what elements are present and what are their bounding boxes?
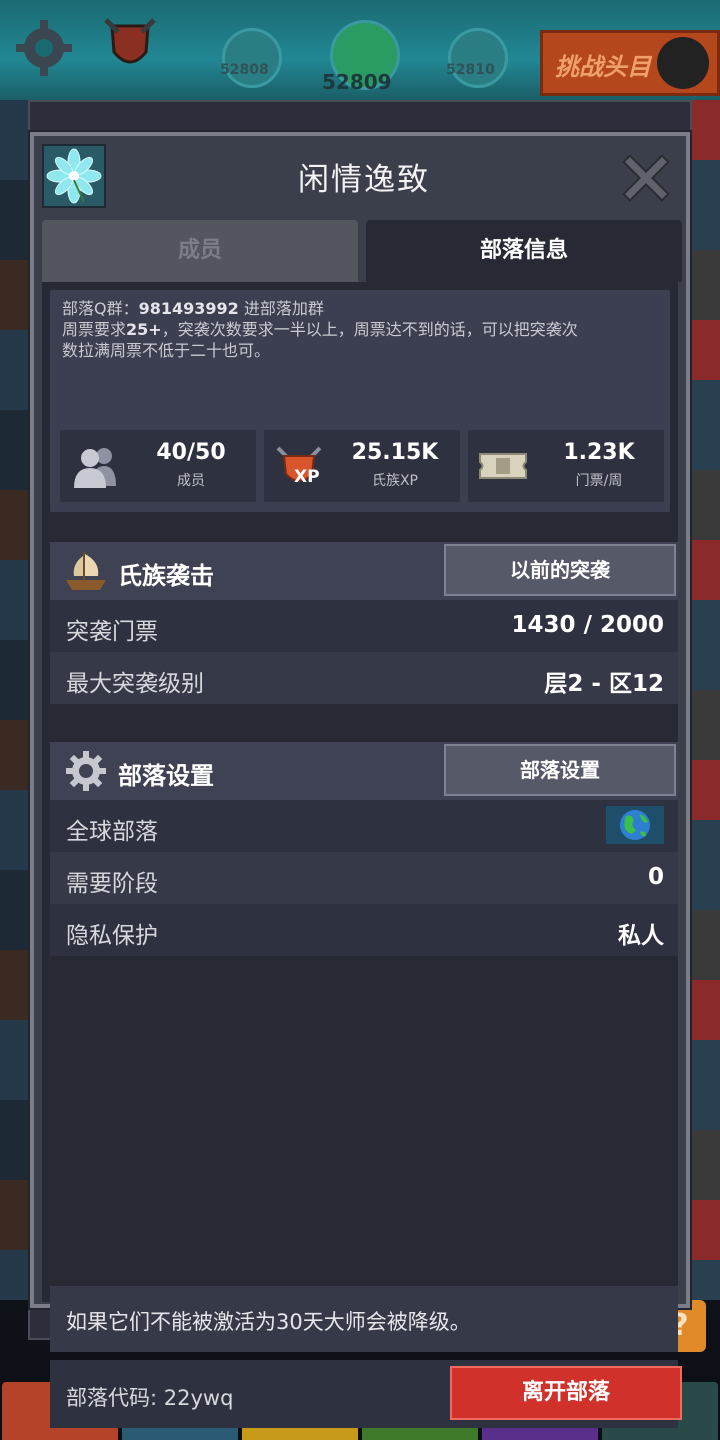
- stat-value: 1.23K: [563, 440, 635, 465]
- clan-description-text: 部落Q群：981493992 进部落加群 周票要求25+，突袭次数要求一半以上，…: [62, 299, 578, 360]
- stat-clan-xp: XP 25.15K 氏族XP: [264, 430, 460, 502]
- clan-settings-title: 部落设置: [118, 762, 214, 790]
- background-scenery: [0, 100, 30, 1300]
- globe-icon: [606, 806, 664, 844]
- row-label: 隐私保护: [66, 923, 158, 949]
- close-icon[interactable]: [622, 154, 670, 202]
- clan-dialog: 闲情逸致 成员 部落信息 部落Q群：981493992 进部落加群 周票要求25…: [30, 132, 690, 1428]
- boss-face-icon: [657, 37, 709, 89]
- level-number-current: 52809: [322, 70, 392, 94]
- raid-tickets-row: 突袭门票 1430 / 2000: [50, 600, 678, 652]
- clan-emblem-icon: [42, 144, 106, 208]
- stat-label: 成员: [177, 473, 205, 489]
- clan-raid-title: 氏族袭击: [118, 562, 214, 590]
- stat-value: 40/50: [156, 440, 226, 465]
- row-label: 需要阶段: [66, 871, 158, 897]
- tab-members[interactable]: 成员: [42, 220, 358, 282]
- gear-icon: [66, 751, 106, 791]
- ship-icon: [66, 552, 106, 590]
- row-label: 最大突袭级别: [66, 671, 204, 697]
- notice-text: 如果它们不能被激活为30天大师会被降级。: [66, 1310, 471, 1334]
- challenge-boss-button[interactable]: 挑战头目: [540, 30, 720, 96]
- leave-clan-button[interactable]: 离开部落: [450, 1366, 682, 1420]
- members-icon: [74, 448, 116, 488]
- tab-clan-info[interactable]: 部落信息: [366, 220, 682, 282]
- stat-tickets: 1.23K 门票/周: [468, 430, 664, 502]
- background-scenery: [690, 100, 720, 1300]
- required-stage-row: 需要阶段 0: [50, 852, 678, 904]
- stat-label: 门票/周: [575, 473, 623, 489]
- level-number: 52810: [446, 62, 495, 78]
- clan-description: 部落Q群：981493992 进部落加群 周票要求25+，突袭次数要求一半以上，…: [50, 290, 670, 512]
- clan-code: 部落代码: 22ywq: [66, 1386, 234, 1410]
- row-value: 层2 - 区12: [544, 671, 664, 697]
- settings-gear-icon[interactable]: [14, 18, 74, 78]
- dialog-title: 闲情逸致: [298, 162, 430, 198]
- svg-text:XP: XP: [294, 467, 320, 487]
- privacy-row: 隐私保护 私人: [50, 904, 678, 956]
- stat-members: 40/50 成员: [60, 430, 256, 502]
- dialog-footer: 部落代码: 22ywq 离开部落: [50, 1360, 682, 1428]
- row-value: 0: [647, 864, 664, 890]
- demotion-notice: 如果它们不能被激活为30天大师会被降级。: [50, 1286, 678, 1352]
- clan-shield-icon[interactable]: [100, 16, 160, 76]
- clan-raid-header: 氏族袭击 以前的突袭: [50, 542, 678, 600]
- level-node[interactable]: [222, 28, 282, 88]
- row-value: 私人: [618, 923, 664, 949]
- level-node[interactable]: [448, 28, 508, 88]
- level-number: 52808: [220, 62, 269, 78]
- game-screen: 52808 52809 52810 挑战头目 4 19 ?: [0, 0, 720, 1440]
- stat-value: 25.15K: [351, 440, 439, 465]
- clan-settings-header: 部落设置 部落设置: [50, 742, 678, 800]
- previous-raids-button[interactable]: 以前的突袭: [444, 544, 676, 596]
- stat-label: 氏族XP: [371, 473, 419, 489]
- clan-info-content: 部落Q群：981493992 进部落加群 周票要求25+，突袭次数要求一半以上，…: [42, 282, 682, 1428]
- ticket-icon: [479, 453, 527, 479]
- row-label: 突袭门票: [66, 619, 158, 645]
- challenge-boss-label: 挑战头目: [555, 53, 651, 81]
- clan-xp-icon: XP: [276, 446, 322, 487]
- global-clan-row: 全球部落: [50, 800, 678, 852]
- dialog-header: 闲情逸致: [34, 136, 686, 220]
- clan-settings-button[interactable]: 部落设置: [444, 744, 676, 796]
- max-raid-level-row: 最大突袭级别 层2 - 区12: [50, 652, 678, 704]
- row-value: 1430 / 2000: [511, 612, 664, 638]
- row-label: 全球部落: [66, 819, 158, 845]
